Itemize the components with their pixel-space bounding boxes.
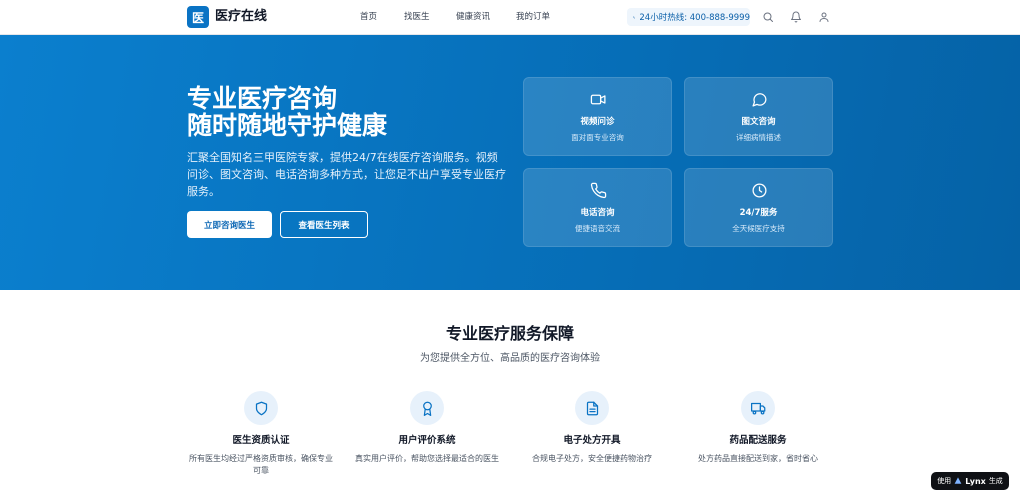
feature-desc: 真实用户评价，帮助您选择最适合的医生 — [355, 454, 499, 463]
search-icon[interactable] — [762, 11, 774, 23]
feature-title: 用户评价系统 — [398, 435, 456, 446]
doctor-list-button[interactable]: 查看医生列表 — [280, 211, 368, 238]
nav-my-orders[interactable]: 我的订单 — [516, 11, 550, 23]
document-icon — [586, 401, 598, 415]
feature-title: 医生资质认证 — [232, 435, 290, 446]
consult-doctor-button[interactable]: 立即咨询医生 — [187, 211, 272, 238]
hero-banner: 专业医疗咨询 随时随地守护健康 汇聚全国知名三甲医院专家，提供24/7在线医疗咨… — [0, 35, 1020, 290]
feature-title: 电子处方开具 — [563, 435, 621, 446]
video-icon — [590, 94, 606, 105]
service-title: 图文咨询 — [741, 117, 776, 127]
shield-icon — [255, 401, 267, 415]
feature-title: 药品配送服务 — [729, 435, 787, 446]
badge-prefix: 使用 — [937, 477, 952, 485]
service-desc: 面对面专业咨询 — [571, 133, 624, 142]
brand-name[interactable]: 医疗在线 — [215, 9, 267, 25]
phone-icon — [590, 182, 607, 199]
nav-health-news[interactable]: 健康资讯 — [456, 11, 490, 23]
nav-find-doctor[interactable]: 找医生 — [404, 11, 430, 23]
service-title: 24/7服务 — [739, 208, 778, 218]
section-title: 专业医疗服务保障 — [445, 324, 574, 343]
feature-icon-wrap — [244, 391, 278, 425]
hero-title-line1: 专业医疗咨询 — [187, 84, 338, 113]
service-card-24-7[interactable]: 24/7服务 全天候医疗支持 — [684, 168, 833, 247]
hotline-badge[interactable]: 24小时热线: 400-888-9999 — [627, 8, 750, 26]
award-icon — [422, 401, 432, 416]
logo-icon[interactable]: 医 — [187, 6, 209, 28]
feature-desc: 处方药品直接配送到家，省时省心 — [698, 454, 818, 463]
feature-icon-wrap — [575, 391, 609, 425]
service-desc: 便捷语音交流 — [575, 224, 620, 233]
service-title: 电话咨询 — [580, 208, 615, 218]
service-title: 视频问诊 — [580, 117, 615, 127]
clock-icon — [752, 183, 767, 198]
truck-icon — [750, 402, 765, 414]
top-header: 医 医疗在线 首页 找医生 健康资讯 我的订单 24小时热线: 400-888-… — [0, 0, 1020, 35]
hotline-text: 24小时热线: 400-888-9999 — [639, 13, 750, 23]
service-card-phone[interactable]: 电话咨询 便捷语音交流 — [523, 168, 672, 247]
lynx-logo-icon — [954, 477, 962, 484]
bell-icon[interactable] — [790, 11, 802, 23]
badge-brand: Lynx — [965, 476, 986, 486]
section-subtitle: 为您提供全方位、高品质的医疗咨询体验 — [420, 353, 600, 364]
feature-desc: 合规电子处方，安全便捷药物治疗 — [532, 454, 652, 463]
service-card-chat[interactable]: 图文咨询 详细病情描述 — [684, 77, 833, 156]
hero-description: 汇聚全国知名三甲医院专家，提供24/7在线医疗咨询服务。视频问诊、图文咨询、电话… — [187, 151, 506, 198]
nav-home[interactable]: 首页 — [360, 11, 377, 23]
made-with-badge[interactable]: 使用 Lynx 生成 — [931, 472, 1009, 490]
feature-icon-wrap — [741, 391, 775, 425]
badge-suffix: 生成 — [988, 477, 1003, 485]
user-icon[interactable] — [818, 11, 830, 23]
service-desc: 详细病情描述 — [736, 133, 781, 142]
feature-icon-wrap — [410, 391, 444, 425]
chat-icon — [752, 93, 767, 107]
feature-desc: 所有医生均经过严格资质审核，确保专业可靠 — [189, 454, 333, 475]
service-card-video[interactable]: 视频问诊 面对面专业咨询 — [523, 77, 672, 156]
service-desc: 全天候医疗支持 — [732, 224, 785, 233]
hero-title-line2: 随时随地守护健康 — [187, 111, 388, 140]
phone-icon — [633, 15, 636, 19]
